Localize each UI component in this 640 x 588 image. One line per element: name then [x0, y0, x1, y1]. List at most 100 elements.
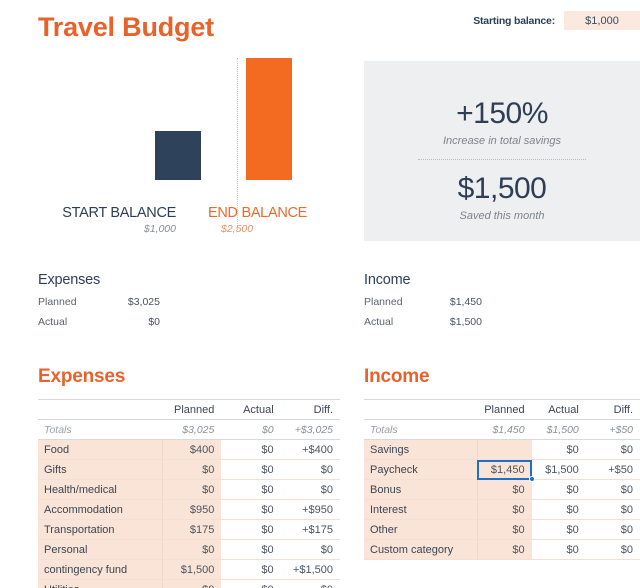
- row-planned-cell[interactable]: $0: [477, 519, 532, 540]
- row-diff-cell[interactable]: $0: [280, 539, 340, 560]
- row-category-cell[interactable]: Transportation: [38, 519, 163, 540]
- row-diff-cell[interactable]: +$175: [280, 519, 340, 540]
- row-actual-cell[interactable]: $0: [221, 579, 281, 588]
- table-row[interactable]: Utilities$0$0$0: [38, 579, 340, 588]
- row-category-cell[interactable]: Food: [38, 439, 163, 460]
- expenses-table-body: Food $400 $0 +$400 Gifts $0 $0 $0 Health/medical…: [38, 439, 340, 588]
- table-row[interactable]: Gifts $0 $0 $0: [38, 459, 340, 480]
- row-diff-cell[interactable]: $0: [585, 439, 640, 460]
- row-actual-cell[interactable]: $0: [221, 479, 281, 500]
- row-actual-cell[interactable]: $0: [221, 459, 281, 480]
- row-diff-cell[interactable]: $0: [585, 499, 640, 520]
- row-category-cell[interactable]: Other: [364, 519, 478, 540]
- income-actual-amount: $1,500: [449, 316, 482, 328]
- income-actual-label: Actual: [364, 316, 394, 328]
- expenses-table: Planned Actual Diff. Totals $3,025 $0 +$…: [38, 399, 340, 588]
- row-actual-cell[interactable]: $0: [221, 559, 281, 580]
- savings-amount-caption: Saved this month: [459, 210, 545, 222]
- starting-balance-input[interactable]: $1,000: [564, 11, 640, 30]
- table-row[interactable]: Other $0 $0 $0: [364, 519, 640, 540]
- table-row[interactable]: Accommodation $950 $0 +$950: [38, 499, 340, 520]
- row-planned-cell[interactable]: $0: [477, 499, 532, 520]
- row-category-cell[interactable]: Health/medical: [38, 479, 163, 500]
- table-row[interactable]: Bonus $0 $0 $0: [364, 479, 640, 500]
- expenses-table-title: Expenses: [38, 366, 126, 387]
- row-category-cell[interactable]: Utilities: [38, 579, 163, 588]
- row-actual-cell[interactable]: $0: [221, 539, 281, 560]
- savings-divider: [418, 159, 586, 160]
- table-row[interactable]: contingency fund $1,500 $0 +$1,500: [38, 559, 340, 580]
- expenses-totals-actual: $0: [221, 419, 281, 440]
- row-category-cell[interactable]: Personal: [38, 539, 163, 560]
- row-diff-cell[interactable]: $0: [280, 479, 340, 500]
- row-planned-cell[interactable]: $0: [162, 539, 222, 560]
- row-planned-cell[interactable]: $400: [162, 439, 222, 460]
- row-actual-cell[interactable]: $0: [531, 519, 586, 540]
- row-category-cell[interactable]: Accommodation: [38, 499, 163, 520]
- expenses-col-category: [38, 399, 163, 420]
- table-row[interactable]: Custom category $0 $0 $0: [364, 539, 640, 560]
- row-actual-cell[interactable]: $0: [221, 439, 281, 460]
- row-planned-cell[interactable]: $1,450: [477, 459, 535, 482]
- expenses-summary-heading: Expenses: [38, 272, 101, 288]
- row-planned-cell[interactable]: $0: [162, 479, 222, 500]
- row-diff-cell[interactable]: +$1,500: [280, 559, 340, 580]
- table-row[interactable]: Health/medical $0 $0 $0: [38, 479, 340, 500]
- expenses-totals-planned: $3,025: [162, 419, 222, 440]
- table-row[interactable]: Personal $0 $0 $0: [38, 539, 340, 560]
- income-summary: Income Planned $1,450 Actual $1,500: [364, 272, 640, 334]
- row-diff-cell[interactable]: +$950: [280, 499, 340, 520]
- row-actual-cell[interactable]: $0: [531, 499, 586, 520]
- row-actual-cell[interactable]: $0: [221, 519, 281, 540]
- table-row[interactable]: Paycheck $1,450 $1,500 +$50: [364, 459, 640, 482]
- table-row[interactable]: Transportation $175 $0 +$175: [38, 519, 340, 540]
- savings-percent: +150%: [456, 97, 548, 130]
- row-diff-cell[interactable]: +$400: [280, 439, 340, 460]
- expenses-summary-row-planned: Planned $3,025: [38, 294, 340, 314]
- table-row[interactable]: Savings $0 $0: [364, 439, 640, 460]
- row-diff-cell[interactable]: $0: [280, 459, 340, 480]
- chart-value-start-balance: $1,000: [143, 223, 176, 235]
- table-row[interactable]: Interest $0 $0 $0: [364, 499, 640, 520]
- row-diff-cell[interactable]: $0: [585, 519, 640, 540]
- row-planned-cell[interactable]: $175: [162, 519, 222, 540]
- row-diff-cell[interactable]: $0: [585, 479, 640, 500]
- expenses-actual-track: [168, 314, 340, 330]
- row-category-cell[interactable]: Savings: [364, 439, 478, 460]
- income-table: Planned Actual Diff. Totals $1,450 $1,50…: [364, 399, 640, 560]
- row-planned-cell[interactable]: $0: [162, 459, 222, 480]
- row-diff-cell[interactable]: $0: [585, 539, 640, 560]
- row-planned-cell[interactable]: $1,500: [162, 559, 222, 580]
- table-row[interactable]: Food $400 $0 +$400: [38, 439, 340, 460]
- expenses-planned-track: [168, 294, 340, 310]
- row-actual-cell[interactable]: $0: [221, 499, 281, 520]
- row-category-cell[interactable]: Custom category: [364, 539, 478, 560]
- savings-amount: $1,500: [457, 172, 547, 205]
- starting-balance-label: Starting balance:: [473, 14, 555, 27]
- income-col-diff: Diff.: [585, 399, 640, 420]
- row-category-cell[interactable]: Bonus: [364, 479, 478, 500]
- row-planned-cell[interactable]: [477, 439, 532, 460]
- expenses-col-actual: Actual: [221, 399, 281, 420]
- row-category-cell[interactable]: Interest: [364, 499, 478, 520]
- row-planned-cell[interactable]: $0: [162, 579, 222, 588]
- chart-label-end-balance: END BALANCE: [208, 205, 308, 221]
- row-diff-cell[interactable]: +$50: [585, 459, 640, 480]
- row-diff-cell[interactable]: $0: [280, 579, 340, 588]
- expenses-totals-label: Totals: [38, 419, 163, 440]
- row-planned-cell[interactable]: $0: [477, 479, 532, 500]
- income-summary-row-planned: Planned $1,450: [364, 294, 640, 314]
- income-col-planned: Planned: [477, 399, 532, 420]
- row-category-cell[interactable]: Gifts: [38, 459, 163, 480]
- row-actual-cell[interactable]: $0: [531, 479, 586, 500]
- row-actual-cell[interactable]: $0: [531, 539, 586, 560]
- page-title: Travel Budget: [38, 12, 214, 42]
- row-actual-cell[interactable]: $0: [531, 439, 586, 460]
- row-planned-cell[interactable]: $0: [477, 539, 532, 560]
- fill-handle[interactable]: [528, 476, 535, 482]
- row-planned-cell[interactable]: $950: [162, 499, 222, 520]
- row-actual-cell[interactable]: $1,500: [531, 459, 586, 480]
- row-category-cell[interactable]: Paycheck: [364, 459, 478, 480]
- balance-bar-chart: START BALANCE END BALANCE $1,000 $2,500: [38, 58, 338, 235]
- row-category-cell[interactable]: contingency fund: [38, 559, 163, 580]
